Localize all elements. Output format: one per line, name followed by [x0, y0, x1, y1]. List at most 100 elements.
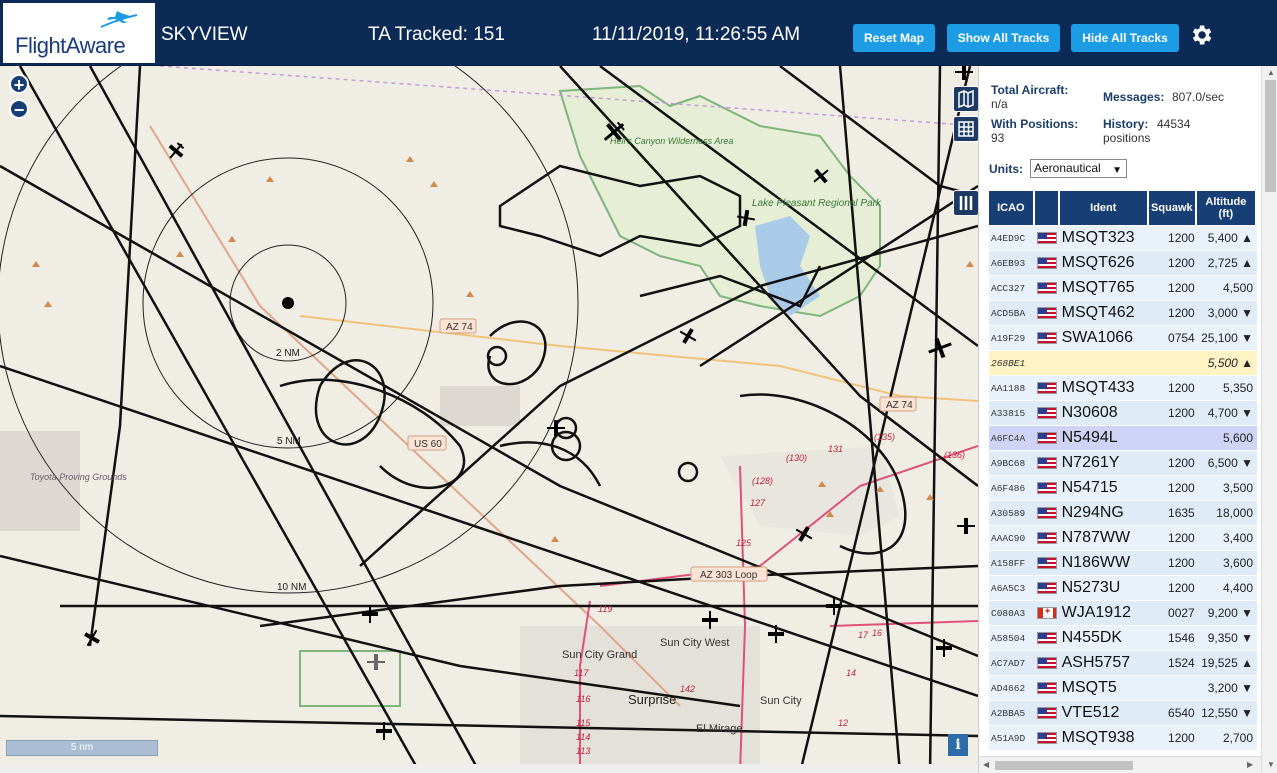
route-number: 116 — [576, 694, 590, 704]
squawk-cell: 1635 — [1148, 501, 1197, 525]
table-row[interactable]: A4ED9C MSQT323 1200 5,400 ▲ — [989, 226, 1257, 250]
table-row[interactable]: AAAC90 N787WW 1200 3,400 — [989, 526, 1257, 550]
table-row[interactable]: AD4662 MSQT5 3,200 ▼ — [989, 676, 1257, 700]
squawk-cell: 1200 — [1148, 251, 1197, 275]
place-surprise: Surprise — [628, 692, 676, 707]
app-title: SKYVIEW — [161, 24, 248, 45]
table-row[interactable]: A9BC68 N7261Y 1200 6,500 ▼ — [989, 451, 1257, 475]
table-row[interactable]: ACD5BA MSQT462 1200 3,000 ▼ — [989, 301, 1257, 325]
place-sun-city: Sun City — [760, 695, 802, 707]
scroll-left-icon[interactable]: ◀ — [983, 760, 989, 769]
column-header-icao[interactable]: ICAO — [989, 191, 1035, 225]
range-label-10nm: 10 NM — [277, 582, 306, 593]
column-header-squawk[interactable]: Squawk — [1148, 191, 1197, 225]
table-row[interactable]: A2BBA5 VTE512 6540 12,550 ▼ — [989, 701, 1257, 725]
table-row[interactable]: A6A5C3 N5273U 1200 4,400 — [989, 576, 1257, 600]
column-header-ident[interactable]: Ident — [1059, 191, 1149, 225]
ident-cell: MSQT765 — [1059, 276, 1149, 300]
route-number: (128) — [752, 476, 773, 486]
ident-cell: N54715 — [1059, 476, 1149, 500]
table-row[interactable]: 268BE1 5,500 ▲ — [989, 351, 1257, 375]
us-flag-icon — [1036, 682, 1057, 694]
table-row[interactable]: A58504 N455DK 1546 9,350 ▼ — [989, 626, 1257, 650]
table-row[interactable]: A6EB93 MSQT626 1200 2,725 ▲ — [989, 251, 1257, 275]
table-row[interactable]: AA1188 MSQT433 1200 5,350 — [989, 376, 1257, 400]
squawk-cell — [1148, 426, 1197, 450]
map-canvas[interactable]: 2 NM 5 NM 10 NM AZ 74 AZ 74 US 60 AZ 303… — [0, 66, 978, 773]
table-row[interactable]: A158FF N186WW 1200 3,600 — [989, 551, 1257, 575]
map-view[interactable]: 2 NM 5 NM 10 NM AZ 74 AZ 74 US 60 AZ 303… — [0, 66, 978, 773]
ident-cell: N787WW — [1059, 526, 1149, 550]
zoom-in-button[interactable]: + — [9, 74, 29, 94]
altitude-cell: 2,700 — [1196, 726, 1257, 750]
scroll-up-icon[interactable]: ▲ — [1267, 68, 1275, 77]
altitude-cell: 5,600 — [1196, 426, 1257, 450]
route-number: (136) — [944, 450, 965, 460]
road-label-az74-east: AZ 74 — [886, 400, 913, 411]
table-row[interactable]: A33815 N30608 1200 4,700 ▼ — [989, 401, 1257, 425]
icao-cell: A4ED9C — [989, 226, 1035, 250]
icao-cell: 268BE1 — [989, 351, 1035, 375]
table-row[interactable]: A6FC4A N5494L 5,600 — [989, 426, 1257, 450]
flag-cell — [1034, 626, 1060, 650]
ident-cell: MSQT938 — [1059, 726, 1149, 750]
gear-icon[interactable] — [1188, 22, 1214, 48]
total-aircraft-label: Total Aircraft: — [991, 83, 1069, 97]
altitude-header-label: Altitude — [1205, 196, 1247, 208]
flag-cell — [1034, 251, 1060, 275]
ident-cell: N7261Y — [1059, 451, 1149, 475]
reset-map-button[interactable]: Reset Map — [853, 24, 935, 52]
current-datetime: 11/11/2019, 11:26:55 AM — [592, 24, 801, 45]
route-number: 131 — [828, 444, 843, 454]
flag-cell — [1034, 551, 1060, 575]
flag-cell — [1034, 226, 1060, 250]
panel-vertical-scrollbar[interactable]: ▲ ▼ — [1261, 66, 1277, 773]
altitude-cell: 4,700 ▼ — [1196, 401, 1257, 425]
tracked-count: TA Tracked: 151 — [368, 24, 505, 45]
units-select[interactable]: Aeronautical ▼ — [1030, 159, 1127, 178]
columns-toggle-button[interactable] — [953, 190, 978, 216]
show-all-tracks-button[interactable]: Show All Tracks — [947, 24, 1060, 52]
zoom-out-button[interactable]: − — [9, 99, 29, 119]
table-row[interactable]: AC7AD7 ASH5757 1524 19,525 ▲ — [989, 651, 1257, 675]
table-row[interactable]: A6F486 N54715 1200 3,500 — [989, 476, 1257, 500]
units-label: Units: — [989, 162, 1023, 176]
altitude-header-unit: (ft) — [1218, 208, 1234, 220]
altitude-cell: 4,500 — [1196, 276, 1257, 300]
flag-cell — [1034, 726, 1060, 750]
vertical-scroll-thumb[interactable] — [1265, 80, 1276, 192]
us-flag-icon — [1036, 407, 1057, 419]
urban-area — [440, 386, 520, 426]
column-header-altitude[interactable]: Altitude (ft) — [1196, 191, 1257, 225]
flag-cell — [1034, 526, 1060, 550]
scroll-down-icon[interactable]: ▼ — [1267, 760, 1275, 769]
icao-cell: ACD5BA — [989, 301, 1035, 325]
altitude-cell: 3,400 — [1196, 526, 1257, 550]
map-layers-button[interactable] — [953, 86, 978, 112]
total-aircraft-value: n/a — [991, 97, 1008, 111]
flightaware-logo[interactable]: FlightAware — [3, 3, 155, 63]
ident-cell: N186WW — [1059, 551, 1149, 575]
table-row[interactable]: ACC327 MSQT765 1200 4,500 — [989, 276, 1257, 300]
table-row[interactable]: A51A9D MSQT938 1200 2,700 — [989, 726, 1257, 750]
map-horizontal-scrollbar[interactable] — [0, 764, 978, 773]
panel-horizontal-scrollbar[interactable]: ◀ ▶ — [979, 756, 1261, 773]
horizontal-scroll-thumb[interactable] — [995, 761, 1133, 770]
hide-all-tracks-button[interactable]: Hide All Tracks — [1071, 24, 1179, 52]
table-row[interactable]: A30589 N294NG 1635 18,000 — [989, 501, 1257, 525]
table-row[interactable]: C080A3 WJA191200279,200 ▼ — [989, 601, 1257, 625]
us-flag-icon — [1036, 307, 1057, 319]
us-flag-icon — [1036, 232, 1057, 244]
altitude-cell: 18,000 — [1196, 501, 1257, 525]
grid-toggle-button[interactable] — [953, 116, 978, 142]
flag-cell — [1034, 451, 1060, 475]
table-row[interactable]: A19F29 SWA1066 0754 25,100 ▼ — [989, 326, 1257, 350]
column-header-flag[interactable] — [1034, 191, 1060, 225]
route-number: (135) — [874, 432, 895, 442]
scroll-right-icon[interactable]: ▶ — [1247, 760, 1253, 769]
header-bar: FlightAware SKYVIEW TA Tracked: 151 11/1… — [0, 0, 1277, 66]
map-info-button[interactable]: i — [948, 734, 968, 756]
altitude-cell: 3,000 ▼ — [1196, 301, 1257, 325]
icao-cell: A6A5C3 — [989, 576, 1035, 600]
squawk-cell — [1148, 351, 1197, 375]
